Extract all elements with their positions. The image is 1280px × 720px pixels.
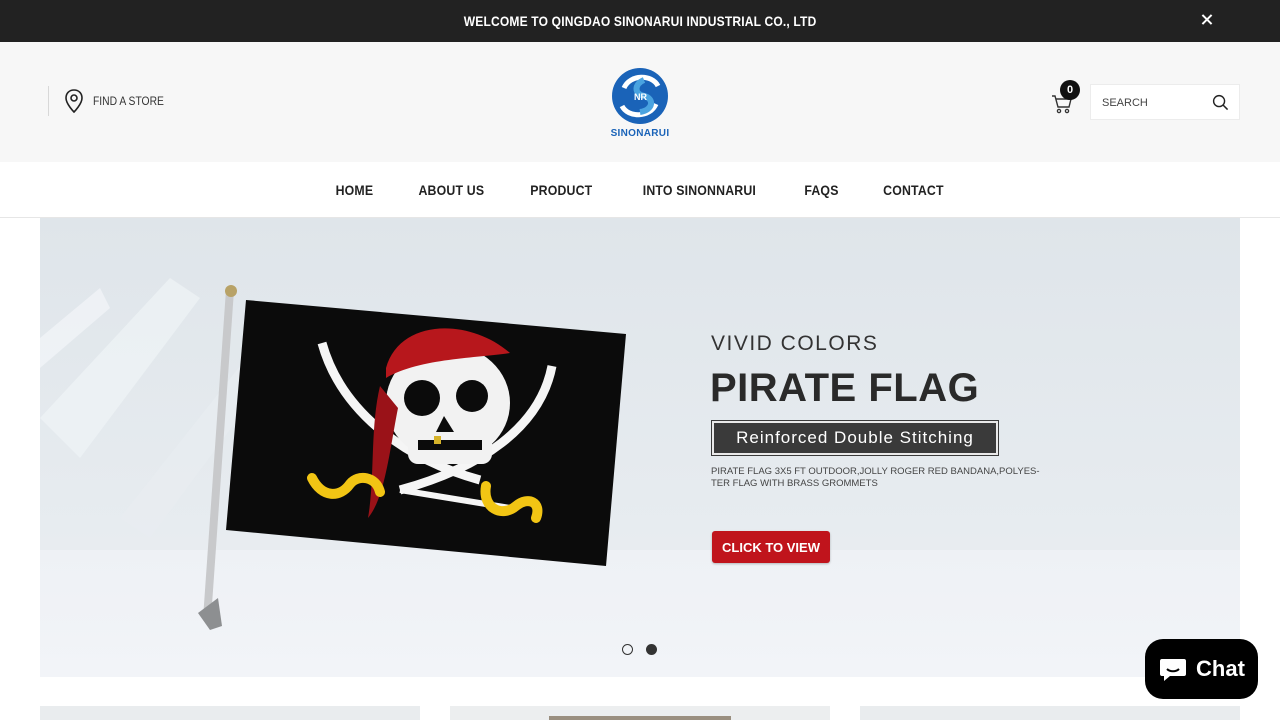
hero-description: PIRATE FLAG 3X5 FT OUTDOOR,JOLLY ROGER R… (711, 466, 1040, 489)
cart-count-badge: 0 (1060, 80, 1080, 100)
logo-mark-icon: NR (612, 68, 668, 124)
search-button[interactable] (1203, 85, 1237, 119)
announcement-bar: WELCOME TO QINGDAO SINONARUI INDUSTRIAL … (0, 0, 1280, 42)
slide-dot-2[interactable] (646, 644, 657, 655)
search-icon (1212, 94, 1228, 110)
map-pin-icon (65, 89, 83, 114)
hero-slider[interactable]: VIVID COLORS PIRATE FLAG Reinforced Doub… (40, 218, 1240, 677)
announcement-text: WELCOME TO QINGDAO SINONARUI INDUSTRIAL … (463, 13, 817, 29)
nav-item-product[interactable]: PRODUCT (530, 182, 592, 198)
close-icon[interactable] (1196, 9, 1218, 31)
site-header: FIND A STORE NR SINONARUI 0 (0, 42, 1280, 162)
chat-bubble-icon (1160, 659, 1187, 681)
chat-label: Chat (1196, 656, 1245, 681)
cart-button[interactable]: 0 (1050, 80, 1080, 118)
nav-item-faqs[interactable]: FAQS (804, 182, 838, 198)
pirate-flag-image (40, 278, 626, 630)
hero-badge: Reinforced Double Stitching (711, 420, 999, 456)
product-card-image (549, 716, 731, 720)
chat-button[interactable]: Chat (1145, 639, 1258, 699)
find-store-label: FIND A STORE (93, 94, 164, 108)
search-box (1090, 84, 1240, 120)
nav-item-contact[interactable]: CONTACT (883, 182, 944, 198)
product-card[interactable] (40, 706, 420, 720)
main-nav: HOME ABOUT US PRODUCT INTO SINONNARUI FA… (0, 162, 1280, 218)
logo-text: SINONARUI (610, 128, 670, 139)
nav-item-into-sinonnarui[interactable]: INTO SINONNARUI (643, 182, 756, 198)
find-store-link[interactable]: FIND A STORE (48, 86, 175, 116)
click-to-view-button[interactable]: CLICK TO VIEW (712, 531, 830, 563)
hero-title: PIRATE FLAG (710, 366, 980, 410)
nav-item-home[interactable]: HOME (335, 182, 373, 198)
search-input[interactable] (1091, 85, 1203, 119)
nav-item-about-us[interactable]: ABOUT US (418, 182, 484, 198)
slide-dot-1[interactable] (622, 644, 633, 655)
svg-text:NR: NR (634, 92, 647, 102)
product-card[interactable] (450, 706, 830, 720)
site-logo[interactable]: NR SINONARUI (604, 66, 676, 142)
hero-subtitle: VIVID COLORS (711, 332, 879, 355)
product-card[interactable] (860, 706, 1240, 720)
